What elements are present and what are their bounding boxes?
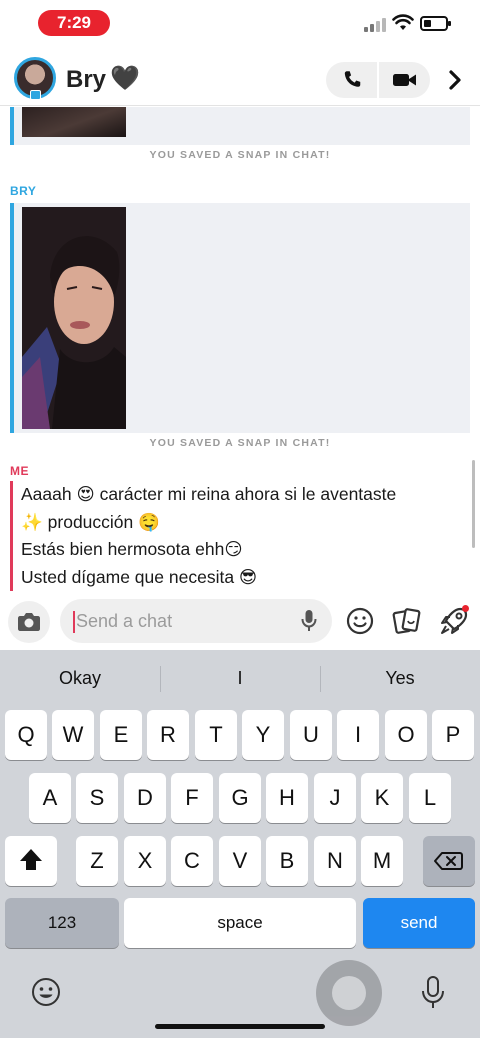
snap-photo [22,207,126,429]
battery-icon [420,16,451,31]
key-j[interactable]: J [314,773,356,823]
rocket-games-button[interactable] [438,605,470,637]
chat-thread[interactable]: YOU SAVED A SNAP IN CHAT! BRY YOU SAVED … [0,107,480,594]
video-call-button[interactable] [392,70,418,90]
sticker-cards-icon[interactable] [392,606,422,636]
voice-note-mic-icon[interactable] [300,609,318,633]
call-buttons [326,62,430,98]
key-w[interactable]: W [52,710,94,760]
key-n[interactable]: N [314,836,356,886]
snap-thumbnail[interactable] [22,207,126,429]
key-h[interactable]: H [266,773,308,823]
chat-field[interactable] [60,599,332,643]
key-f[interactable]: F [171,773,213,823]
notification-dot [462,605,469,612]
black-heart-icon: 🖤 [110,65,140,92]
saved-snap-note: YOU SAVED A SNAP IN CHAT! [149,149,331,161]
key-p[interactable]: P [432,710,474,760]
phone-call-button[interactable] [340,69,364,91]
text-caret [73,611,75,633]
key-c[interactable]: C [171,836,213,886]
message-line: Estás bien hermosota ehh😏 [21,539,243,559]
wifi-icon [392,14,414,30]
saved-snap-card[interactable] [10,107,470,145]
saved-snap-card[interactable] [10,203,470,433]
keyboard: Okay I Yes Q W E R T Y U I O P A S D F G… [0,650,480,1038]
suggestion-bar: Okay I Yes [0,650,480,706]
key-a[interactable]: A [29,773,71,823]
scrollbar[interactable] [472,460,475,548]
keyboard-bottom-row [0,950,480,1038]
key-s[interactable]: S [76,773,118,823]
suggestion-i[interactable]: I [160,650,320,706]
message-line: Usted dígame que necesita 😎 [21,566,258,587]
send-key[interactable]: send [363,898,475,948]
backspace-icon [434,852,463,870]
lock-icon [30,90,41,100]
key-x[interactable]: X [124,836,166,886]
space-key[interactable]: space [124,898,356,948]
sender-label-me: ME [10,464,29,478]
emoji-keyboard-icon[interactable] [30,976,62,1008]
key-e[interactable]: E [100,710,142,760]
sender-label-bry: BRY [10,184,37,198]
snap-thumbnail[interactable] [22,107,126,137]
saved-snap-note: YOU SAVED A SNAP IN CHAT! [149,437,331,449]
key-g[interactable]: G [219,773,261,823]
chat-header: Bry 🖤 [0,52,480,106]
key-l[interactable]: L [409,773,451,823]
status-time: 7:29 [38,10,110,36]
camera-icon [18,613,40,631]
key-k[interactable]: K [361,773,403,823]
status-bar: 7:29 [0,0,480,50]
key-i[interactable]: I [337,710,379,760]
key-d[interactable]: D [124,773,166,823]
home-indicator[interactable] [155,1024,325,1029]
key-r[interactable]: R [147,710,189,760]
dictation-mic-icon[interactable] [420,976,446,1010]
chat-input-bar [0,594,480,650]
backspace-key[interactable] [423,836,475,886]
message-line: Aaaah 😍 carácter mi reina ahora si le av… [21,484,397,504]
my-message[interactable]: Aaaah 😍 carácter mi reina ahora si le av… [10,481,460,591]
shift-key[interactable] [5,836,57,886]
numbers-key[interactable]: 123 [5,898,119,948]
key-m[interactable]: M [361,836,403,886]
chevron-right-icon[interactable] [444,66,466,94]
assistive-touch-button[interactable] [316,960,382,1026]
cell-signal-icon [364,18,386,32]
key-y[interactable]: Y [242,710,284,760]
key-q[interactable]: Q [5,710,47,760]
contact-name[interactable]: Bry [66,66,106,94]
message-line: ✨ producción 🤤 [21,511,160,532]
shift-arrow-icon [20,849,42,870]
chat-input[interactable] [76,609,286,633]
suggestion-okay[interactable]: Okay [0,650,160,706]
camera-button[interactable] [8,601,50,643]
key-b[interactable]: B [266,836,308,886]
key-u[interactable]: U [290,710,332,760]
smiley-icon[interactable] [346,607,374,635]
key-t[interactable]: T [195,710,237,760]
key-z[interactable]: Z [76,836,118,886]
key-o[interactable]: O [385,710,427,760]
key-v[interactable]: V [219,836,261,886]
suggestion-yes[interactable]: Yes [320,650,480,706]
